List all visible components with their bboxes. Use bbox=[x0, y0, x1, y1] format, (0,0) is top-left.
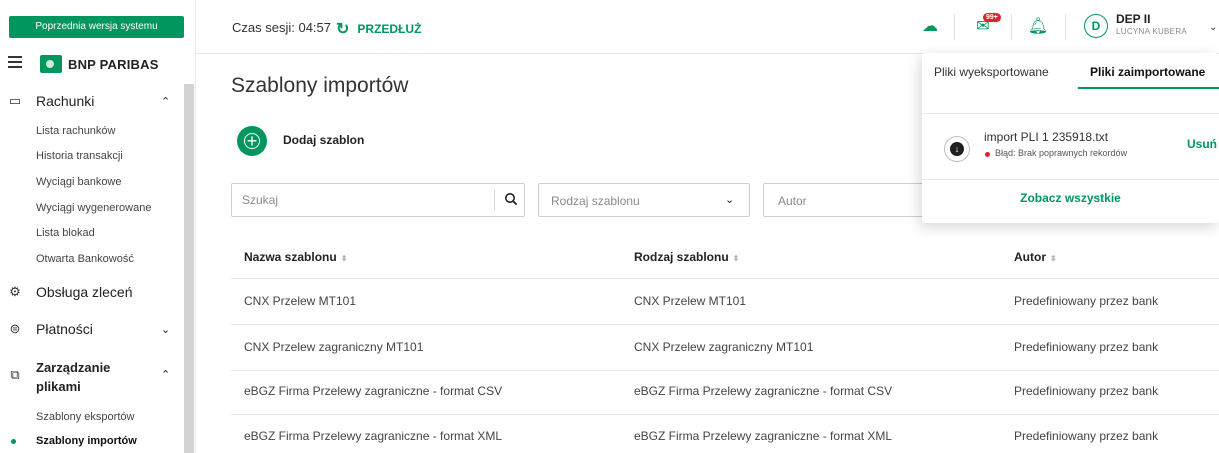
sort-icon: ⬍ bbox=[732, 254, 740, 263]
files-icon: ⧉ bbox=[10, 367, 20, 382]
sidebar-item-orders[interactable]: ⚙ Obsługa zleceń bbox=[0, 283, 184, 301]
table-divider bbox=[231, 278, 1219, 279]
divider bbox=[954, 14, 955, 40]
see-all-link[interactable]: Zobacz wszystkie bbox=[922, 191, 1219, 205]
sidebar-scrollbar-thumb[interactable] bbox=[184, 84, 194, 453]
error-status-icon bbox=[985, 152, 990, 157]
sidebar-subitem-generated-statements[interactable]: Wyciągi wygenerowane bbox=[36, 202, 151, 214]
divider bbox=[494, 190, 495, 210]
import-error-text: Błąd: Brak poprawnych rekordów bbox=[995, 148, 1128, 158]
column-header-label: Nazwa szablonu bbox=[244, 250, 337, 264]
imported-files-popover: Pliki wyeksportowane Pliki zaimportowane… bbox=[922, 53, 1219, 223]
sort-icon: ⬍ bbox=[340, 254, 348, 263]
table-cell-author: Predefiniowany przez bank bbox=[1014, 384, 1159, 398]
author-placeholder: Autor bbox=[778, 194, 807, 208]
table-cell-author: Predefiniowany przez bank bbox=[1014, 294, 1159, 308]
bank-logo: BNP PARIBAS bbox=[40, 54, 159, 74]
active-tab-indicator bbox=[1078, 87, 1219, 89]
sidebar-item-label: Rachunki bbox=[36, 93, 95, 109]
tab-exported-files[interactable]: Pliki wyeksportowane bbox=[934, 65, 1049, 79]
sidebar-item-file-management[interactable]: ⧉ Zarządzanie plikami ⌃ bbox=[0, 358, 184, 396]
sidebar-subitem-import-templates[interactable]: Szablony importów bbox=[36, 435, 137, 447]
table-cell-name[interactable]: eBGZ Firma Przelewy zagraniczne - format… bbox=[244, 429, 502, 443]
template-type-select[interactable]: Rodzaj szablonu ⌄ bbox=[538, 183, 750, 217]
session-timer: Czas sesji: 04:57 bbox=[232, 20, 331, 35]
search-icon[interactable] bbox=[504, 192, 518, 206]
user-subtitle: LUCYNA KUBERA bbox=[1116, 27, 1188, 36]
top-bar: Czas sesji: 04:57 ↻ PRZEDŁUŻ ☁ ✉ 99+ 🔔︎ … bbox=[196, 0, 1219, 54]
sidebar-item-label-line2: plikami bbox=[36, 379, 81, 394]
payments-icon: ⊜ bbox=[9, 321, 21, 336]
bell-icon[interactable]: 🔔︎ bbox=[1027, 16, 1049, 38]
sidebar-subitem-transaction-history[interactable]: Historia transakcji bbox=[36, 150, 123, 162]
table-cell-type: CNX Przelew MT101 bbox=[634, 294, 747, 308]
sidebar-subitem-blocks-list[interactable]: Lista blokad bbox=[36, 227, 95, 239]
menu-icon[interactable] bbox=[8, 56, 22, 68]
table-divider bbox=[231, 414, 1219, 415]
tab-imported-files[interactable]: Pliki zaimportowane bbox=[1090, 65, 1205, 79]
sidebar-subitem-bank-statements[interactable]: Wyciągi bankowe bbox=[36, 176, 122, 188]
upload-cloud-icon[interactable]: ☁ bbox=[919, 16, 941, 38]
sidebar-item-accounts[interactable]: ▭ Rachunki ⌃ bbox=[0, 92, 184, 110]
brand-name: BNP PARIBAS bbox=[68, 56, 159, 72]
add-template-button[interactable]: + bbox=[237, 126, 267, 156]
sidebar-item-payments[interactable]: ⊜ Płatności ⌄ bbox=[0, 320, 184, 338]
download-arrow-icon: ↓ bbox=[950, 142, 964, 156]
column-header-label: Autor bbox=[1014, 250, 1046, 264]
table-cell-type: CNX Przelew zagraniczny MT101 bbox=[634, 340, 814, 354]
template-type-placeholder: Rodzaj szablonu bbox=[551, 194, 640, 208]
table-cell-name[interactable]: CNX Przelew zagraniczny MT101 bbox=[244, 340, 423, 354]
chevron-down-icon[interactable]: ⌄ bbox=[161, 323, 170, 336]
logo-mark-icon bbox=[40, 55, 62, 73]
chevron-up-icon[interactable]: ⌃ bbox=[161, 368, 170, 381]
extend-session-label: PRZEDŁUŻ bbox=[357, 22, 422, 36]
author-filter[interactable]: Autor bbox=[763, 183, 933, 217]
sort-icon: ⬍ bbox=[1050, 254, 1057, 263]
sidebar: Poprzednia wersja systemu BNP PARIBAS ▭ … bbox=[0, 0, 196, 453]
column-header-name[interactable]: Nazwa szablonu ⬍ bbox=[244, 250, 347, 264]
sidebar-subitem-open-banking[interactable]: Otwarta Bankowość bbox=[36, 253, 134, 265]
sidebar-subitem-export-templates[interactable]: Szablony eksportów bbox=[36, 411, 134, 423]
table-divider bbox=[231, 370, 1219, 371]
user-name[interactable]: DEP II bbox=[1116, 12, 1150, 26]
divider bbox=[1011, 14, 1012, 40]
add-template-label[interactable]: Dodaj szablon bbox=[283, 133, 364, 147]
chevron-down-icon[interactable]: ⌄ bbox=[1209, 22, 1217, 33]
extend-session-button[interactable]: ↻ PRZEDŁUŻ bbox=[336, 19, 421, 39]
sidebar-item-label: Zarządzanie plikami bbox=[36, 358, 110, 396]
download-file-icon[interactable]: ↓ bbox=[944, 136, 970, 162]
messages-badge: 99+ bbox=[983, 13, 1001, 22]
active-indicator bbox=[11, 439, 16, 444]
table-cell-type: eBGZ Firma Przelewy zagraniczne - format… bbox=[634, 429, 893, 443]
avatar[interactable]: D bbox=[1084, 14, 1108, 38]
table-cell-type: eBGZ Firma Przelewy zagraniczne - format… bbox=[634, 384, 893, 398]
table-cell-author: Predefiniowany przez bank bbox=[1014, 340, 1159, 354]
divider bbox=[922, 179, 1219, 180]
sidebar-item-label: Obsługa zleceń bbox=[36, 284, 133, 300]
table-cell-author: Predefiniowany przez bank bbox=[1014, 429, 1159, 443]
imported-file-name[interactable]: import PLI 1 235918.txt bbox=[984, 130, 1108, 144]
orders-service-icon: ⚙ bbox=[9, 284, 21, 299]
table-cell-name[interactable]: CNX Przelew MT101 bbox=[244, 294, 356, 308]
page-title: Szablony importów bbox=[231, 74, 409, 97]
column-header-type[interactable]: Rodzaj szablonu ⬍ bbox=[634, 250, 739, 264]
search-field bbox=[231, 183, 525, 217]
chevron-down-icon: ⌄ bbox=[725, 194, 735, 206]
column-header-author[interactable]: Autor ⬍ bbox=[1014, 250, 1057, 264]
sidebar-item-label-line1: Zarządzanie bbox=[36, 360, 111, 375]
divider bbox=[922, 113, 1219, 114]
divider bbox=[1065, 14, 1066, 40]
plus-icon: + bbox=[246, 131, 258, 151]
chevron-up-icon[interactable]: ⌃ bbox=[161, 95, 170, 108]
account-card-icon: ▭ bbox=[8, 93, 22, 108]
remove-file-button[interactable]: Usuń bbox=[1187, 137, 1217, 151]
search-input[interactable] bbox=[232, 184, 494, 216]
table-cell-name[interactable]: eBGZ Firma Przelewy zagraniczne - format… bbox=[244, 384, 502, 398]
table-divider bbox=[231, 324, 1219, 325]
old-version-button[interactable]: Poprzednia wersja systemu bbox=[9, 16, 184, 38]
sidebar-item-label: Płatności bbox=[36, 321, 93, 337]
sidebar-subitem-accounts-list[interactable]: Lista rachunków bbox=[36, 125, 116, 137]
refresh-icon: ↻ bbox=[336, 21, 350, 38]
column-header-label: Rodzaj szablonu bbox=[634, 250, 729, 264]
